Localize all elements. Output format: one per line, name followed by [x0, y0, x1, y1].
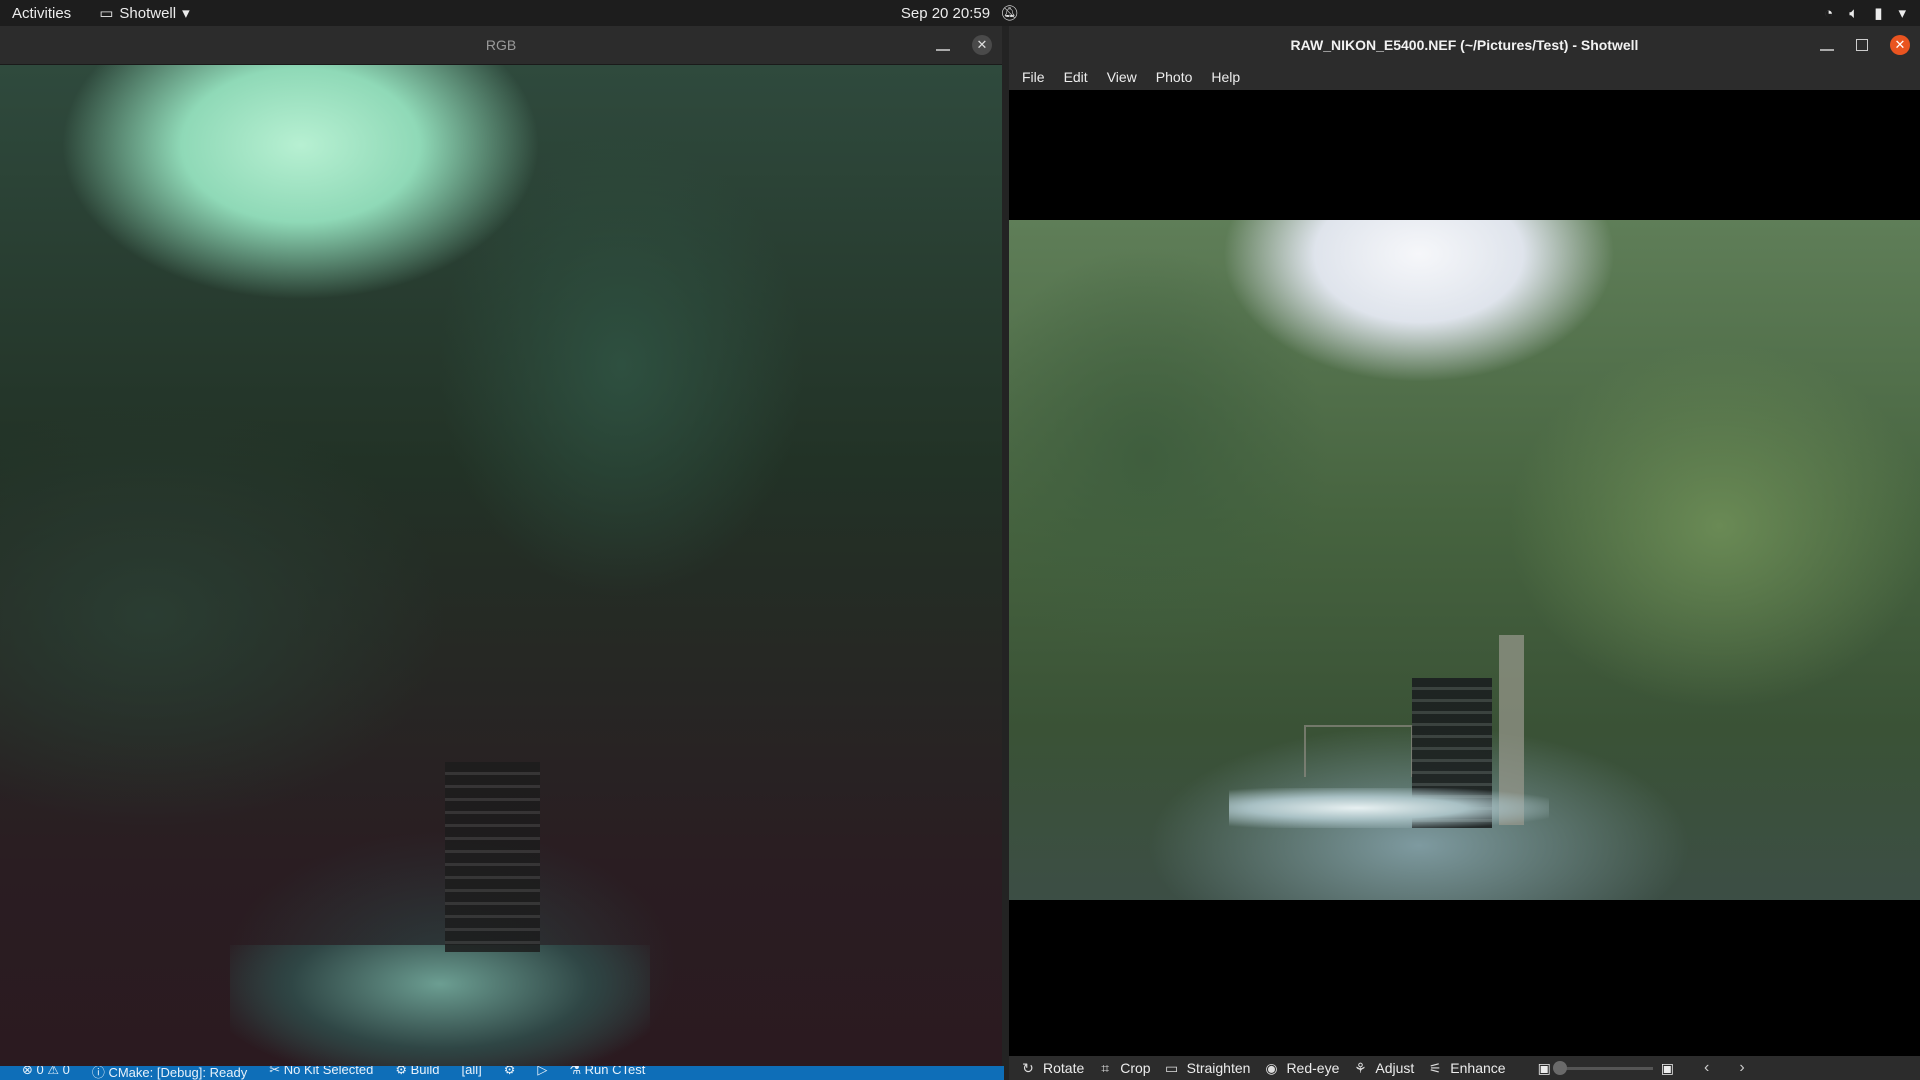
menu-view[interactable]: View — [1101, 69, 1143, 85]
eye-icon: ◉ — [1265, 1059, 1278, 1076]
clock[interactable]: Sep 20 20:59 🔕︎ — [900, 4, 1020, 23]
rotate-button[interactable]: ↻ Rotate — [1021, 1060, 1084, 1077]
statusbar-build[interactable]: ⚙ Build — [395, 1066, 439, 1078]
menubar: File Edit View Photo Help — [1009, 64, 1920, 90]
zoom-in-icon[interactable]: ▣ — [1661, 1060, 1674, 1077]
rgb-window: RGB ✕ — [0, 26, 1002, 1066]
rgb-image-view — [0, 65, 1002, 1066]
water-wheel — [445, 762, 540, 952]
adjust-icon: ⚘ — [1354, 1059, 1367, 1076]
straighten-button[interactable]: ▭ Straighten — [1164, 1059, 1251, 1077]
top-bar: Activities ▭ Shotwell ▾ Sep 20 20:59 🔕︎ … — [0, 0, 1920, 26]
minimize-button[interactable] — [1820, 49, 1834, 51]
volume-icon: 🔈︎ — [1849, 4, 1859, 22]
water-foam — [1229, 788, 1549, 828]
magic-wand-icon: ⚟ — [1429, 1059, 1442, 1076]
clock-label: Sep 20 20:59 — [900, 4, 991, 22]
redeye-button[interactable]: ◉ Red-eye — [1264, 1060, 1339, 1077]
shotwell-titlebar[interactable]: RAW_NIKON_E5400.NEF (~/Pictures/Test) - … — [1009, 26, 1920, 64]
vscode-statusbar: ⊗ 0 ⚠ 0 ⓘ CMake: [Debug]: Ready ✂ No Kit… — [0, 1066, 1004, 1080]
close-button[interactable]: ✕ — [1890, 35, 1910, 55]
previous-photo-button[interactable]: ‹ — [1704, 1059, 1709, 1077]
redeye-label: Red-eye — [1286, 1060, 1340, 1076]
zoom-out-icon[interactable]: ▣ — [1538, 1060, 1551, 1077]
rotate-label: Rotate — [1043, 1060, 1085, 1076]
chevron-down-icon: ▾ — [182, 5, 190, 22]
zoom-slider-knob[interactable] — [1552, 1060, 1567, 1075]
menu-photo[interactable]: Photo — [1150, 69, 1199, 85]
water-area — [230, 945, 650, 1066]
statusbar-target[interactable]: [all] — [462, 1066, 482, 1077]
minimize-button[interactable] — [936, 49, 950, 51]
maximize-button[interactable] — [1856, 39, 1868, 51]
adjust-button[interactable]: ⚘ Adjust — [1353, 1060, 1414, 1077]
statusbar-problems[interactable]: ⊗ 0 ⚠ 0 — [22, 1066, 70, 1078]
rgb-titlebar[interactable]: RGB ✕ — [0, 26, 1002, 65]
edit-toolbar: ↻ Rotate ⌗ Crop ▭ Straighten ◉ Red-eye ⚘… — [1009, 1056, 1920, 1080]
crop-icon: ⌗ — [1101, 1059, 1110, 1076]
crop-label: Crop — [1120, 1060, 1151, 1076]
crop-button[interactable]: ⌗ Crop — [1098, 1060, 1150, 1077]
rgb-window-title: RGB — [485, 37, 517, 53]
statusbar-kit[interactable]: ✂ No Kit Selected — [269, 1066, 373, 1078]
notifications-off-icon: 🔕︎ — [1000, 5, 1020, 22]
menu-help[interactable]: Help — [1205, 69, 1246, 85]
zoom-control: ▣ ▣ — [1538, 1060, 1674, 1077]
app-menu-label: Shotwell — [119, 4, 177, 22]
wifi-icon: ◔ — [1824, 4, 1834, 22]
straighten-label: Straighten — [1186, 1060, 1251, 1076]
adjust-label: Adjust — [1375, 1060, 1415, 1076]
photo-image — [1009, 220, 1920, 900]
activities-button[interactable]: Activities — [12, 5, 71, 22]
straighten-icon: ▭ — [1164, 1059, 1179, 1076]
close-button[interactable]: ✕ — [972, 35, 992, 55]
zoom-slider[interactable] — [1552, 1060, 1653, 1075]
statusbar-debug[interactable]: ⚙ — [504, 1066, 516, 1078]
menu-file[interactable]: File — [1016, 69, 1051, 85]
next-photo-button[interactable]: › — [1739, 1059, 1744, 1077]
statusbar-run[interactable]: ▷ — [537, 1066, 547, 1078]
shotwell-window-title: RAW_NIKON_E5400.NEF (~/Pictures/Test) - … — [1290, 37, 1639, 53]
statusbar-ctest[interactable]: ⚗ Run CTest — [569, 1066, 645, 1078]
statusbar-cmake-status[interactable]: ⓘ CMake: [Debug]: Ready — [92, 1066, 247, 1080]
enhance-button[interactable]: ⚟ Enhance — [1428, 1059, 1506, 1077]
system-menu-chevron-icon: ▾ — [1898, 5, 1906, 22]
system-tray[interactable]: ◔ 🔈︎ ▮ ▾ — [1824, 4, 1906, 23]
battery-icon: ▮ — [1874, 5, 1883, 22]
enhance-label: Enhance — [1450, 1060, 1506, 1076]
photo-viewer — [1009, 90, 1920, 1056]
window-icon: ▭ — [99, 5, 114, 22]
app-menu[interactable]: ▭ Shotwell ▾ — [99, 4, 190, 23]
menu-edit[interactable]: Edit — [1058, 69, 1094, 85]
rotate-icon: ↻ — [1022, 1059, 1034, 1076]
wooden-railing — [1304, 725, 1413, 777]
shotwell-window: RAW_NIKON_E5400.NEF (~/Pictures/Test) - … — [1009, 26, 1920, 1080]
